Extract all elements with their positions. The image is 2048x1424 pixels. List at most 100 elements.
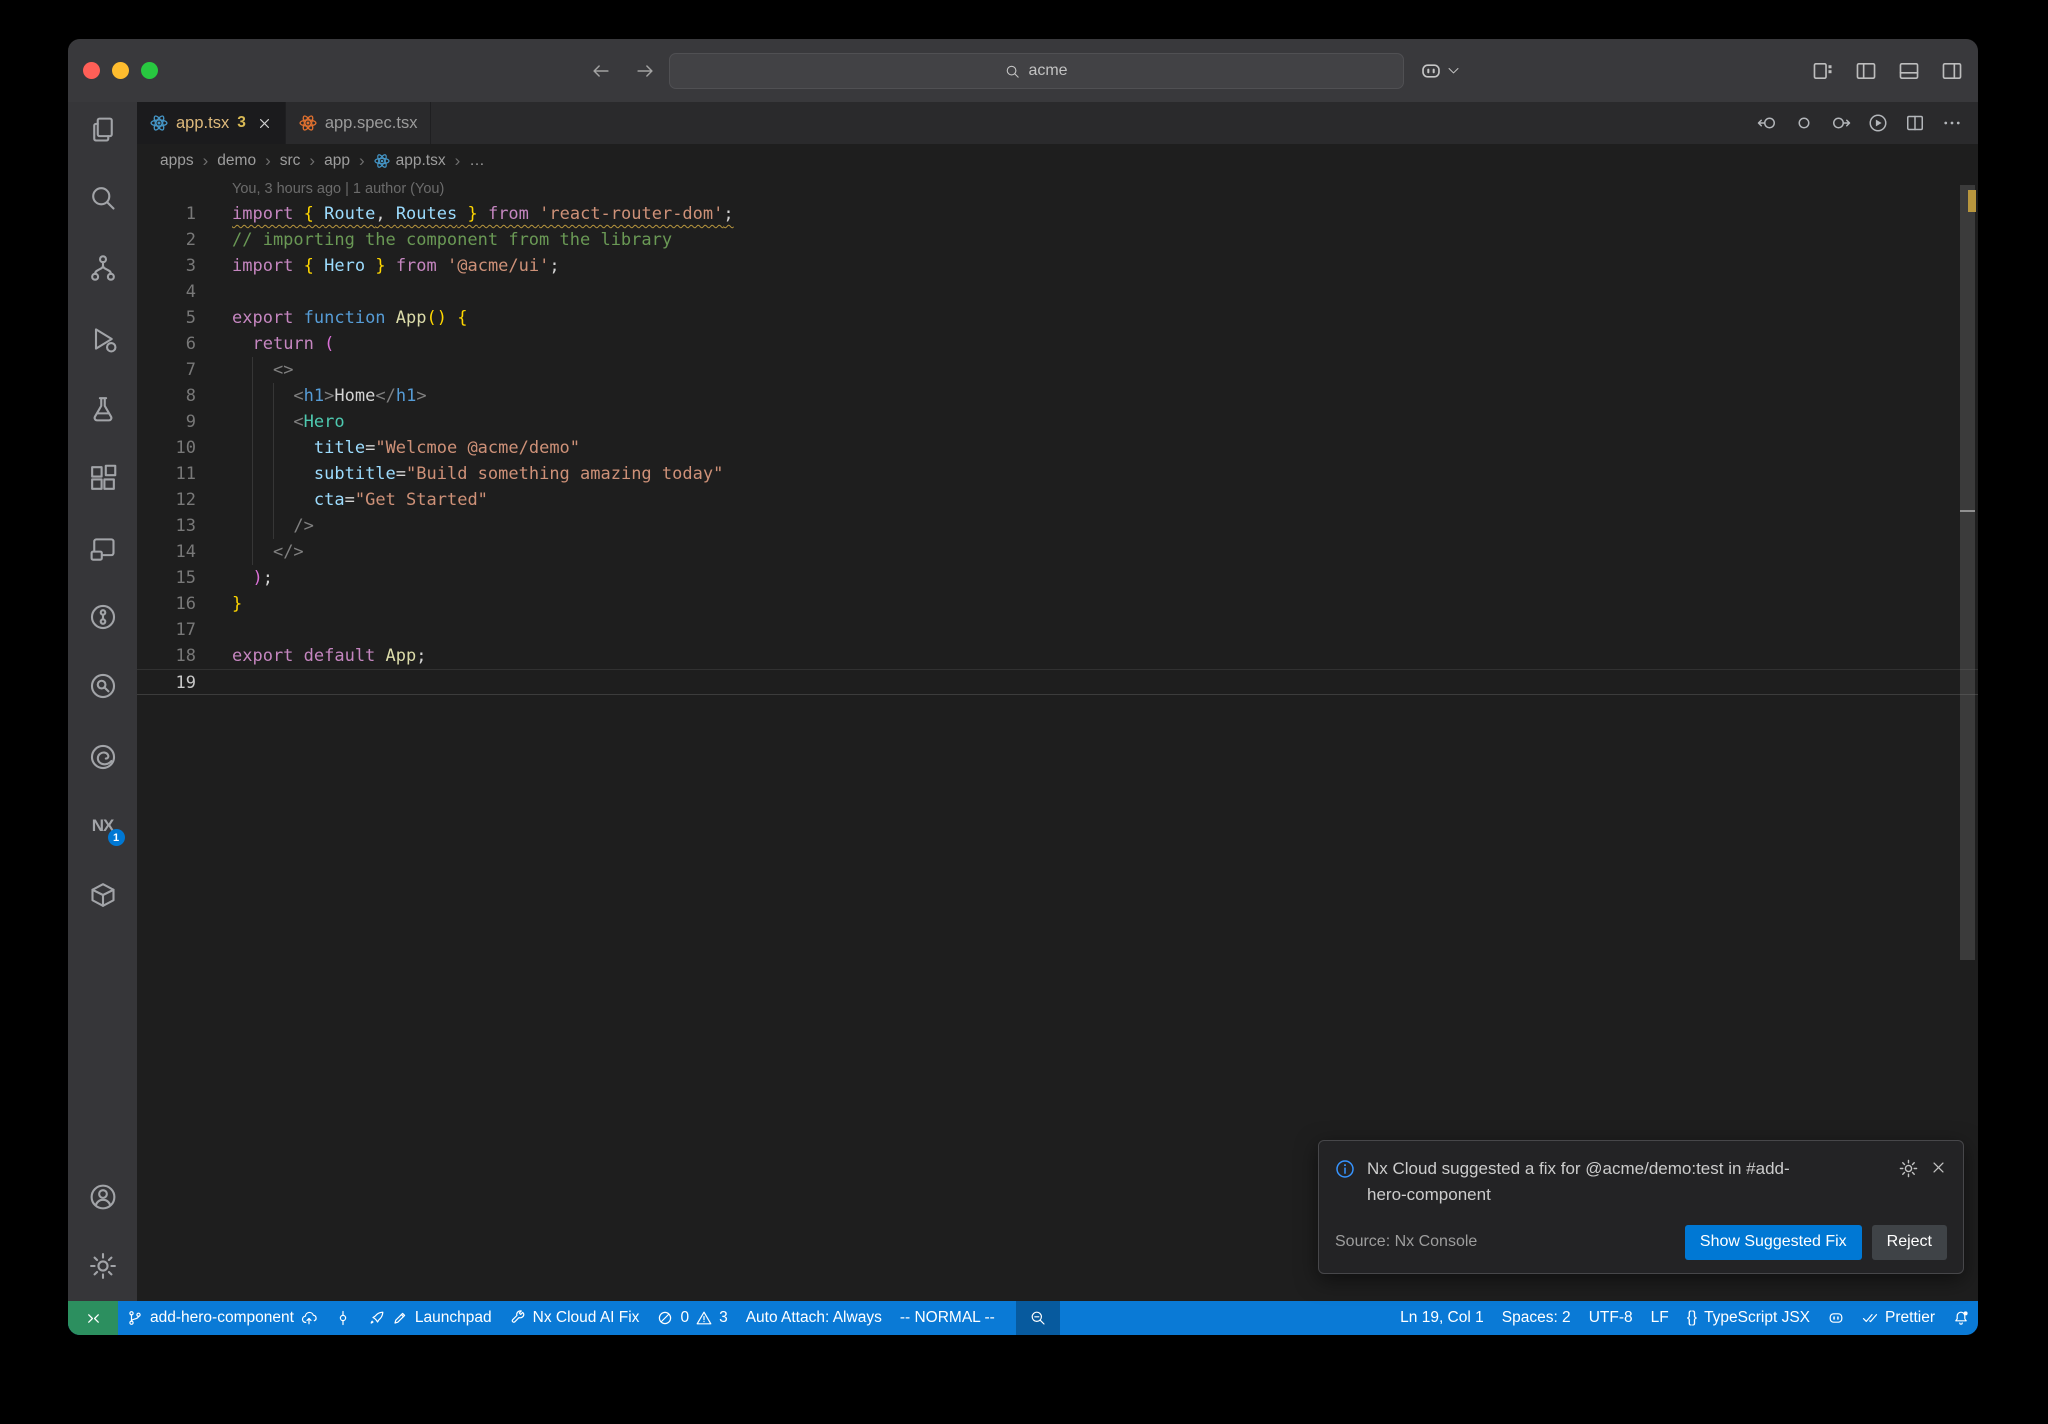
react-icon bbox=[150, 114, 168, 132]
toast-source: Source: Nx Console bbox=[1335, 1233, 1478, 1251]
status-git-branch[interactable]: add-hero-component bbox=[118, 1301, 326, 1335]
tab-app.spec.tsx[interactable]: app.spec.tsx bbox=[286, 102, 432, 144]
history-nav bbox=[591, 39, 655, 102]
activity-remote-explorer-icon[interactable] bbox=[89, 535, 117, 563]
breadcrumb-item-app[interactable]: app bbox=[324, 152, 350, 170]
activity-testing-icon[interactable] bbox=[89, 395, 117, 423]
code-line-7[interactable]: 7 <> bbox=[137, 357, 1978, 383]
activity-source-control-icon[interactable] bbox=[89, 254, 117, 282]
line-number: 16 bbox=[175, 594, 196, 614]
toast-close-icon[interactable] bbox=[1930, 1159, 1947, 1209]
window-zoom-button[interactable] bbox=[141, 62, 158, 79]
window-close-button[interactable] bbox=[83, 62, 100, 79]
tab-close-icon[interactable] bbox=[257, 116, 272, 131]
activity-edge-tools-icon[interactable] bbox=[89, 743, 117, 771]
show-suggested-fix-button[interactable]: Show Suggested Fix bbox=[1684, 1224, 1862, 1260]
code-line-8[interactable]: 8 <h1>Home</h1> bbox=[137, 383, 1978, 409]
toast-footer: Source: Nx Console Show Suggested Fix Re… bbox=[1335, 1224, 1947, 1260]
run-circle-icon[interactable] bbox=[1868, 113, 1888, 133]
status-language-mode[interactable]: {} TypeScript JSX bbox=[1678, 1301, 1819, 1335]
code-line-15[interactable]: 15 ); bbox=[137, 565, 1978, 591]
toggle-secondary-sidebar-icon[interactable] bbox=[1941, 60, 1963, 82]
customize-layout-icon[interactable] bbox=[1812, 60, 1834, 82]
activity-accounts-icon[interactable] bbox=[89, 1183, 117, 1211]
code-line-11[interactable]: 11 subtitle="Build something amazing tod… bbox=[137, 461, 1978, 487]
breadcrumb: apps › demo › src › app › app.tsx ›… bbox=[137, 144, 1978, 177]
status-vim-mode[interactable]: -- NORMAL -- bbox=[891, 1301, 1004, 1335]
toast-message: Nx Cloud suggested a fix for @acme/demo:… bbox=[1367, 1159, 1790, 1205]
status-auto-attach[interactable]: Auto Attach: Always bbox=[737, 1301, 891, 1335]
status-formatter-prettier[interactable]: Prettier bbox=[1853, 1301, 1944, 1335]
activity-extensions-icon[interactable] bbox=[89, 464, 117, 492]
go-back-icon[interactable] bbox=[591, 61, 611, 81]
code-line-4[interactable]: 4 bbox=[137, 279, 1978, 305]
nav-forward-icon[interactable] bbox=[1831, 113, 1851, 133]
go-forward-icon[interactable] bbox=[635, 61, 655, 81]
breadcrumb-item-apps[interactable]: apps bbox=[160, 152, 194, 170]
scrollbar[interactable] bbox=[1960, 185, 1975, 960]
status-git-graph[interactable] bbox=[326, 1301, 360, 1335]
toggle-sidebar-icon[interactable] bbox=[1855, 60, 1877, 82]
code-line-16[interactable]: 16} bbox=[137, 591, 1978, 617]
toggle-panel-icon[interactable] bbox=[1898, 60, 1920, 82]
tab-app.tsx[interactable]: app.tsx 3 bbox=[137, 102, 286, 144]
activity-explorer-icon[interactable] bbox=[89, 116, 117, 144]
toast-header: Nx Cloud suggested a fix for @acme/demo:… bbox=[1335, 1156, 1947, 1209]
code-line-19[interactable]: 19 bbox=[137, 669, 1978, 695]
editor-actions bbox=[1757, 102, 1978, 144]
breadcrumb-item-demo[interactable]: demo bbox=[217, 152, 256, 170]
nav-back-icon[interactable] bbox=[1757, 113, 1777, 133]
desktop-background: acme NX 1 app.tsx 3 app.spec.tsx apps › dem bbox=[0, 0, 2048, 1424]
activity-gitlens-search-icon[interactable] bbox=[89, 672, 117, 700]
reject-button[interactable]: Reject bbox=[1871, 1224, 1947, 1260]
status-problems[interactable]: 03 bbox=[648, 1301, 736, 1335]
ellipsis-icon[interactable] bbox=[1942, 113, 1962, 133]
status-zoom-indicator[interactable] bbox=[1015, 1301, 1060, 1335]
window-minimize-button[interactable] bbox=[112, 62, 129, 79]
code-line-2[interactable]: 2// importing the component from the lib… bbox=[137, 227, 1978, 253]
line-number: 11 bbox=[175, 464, 196, 484]
code-line-17[interactable]: 17 bbox=[137, 617, 1978, 643]
code-line-12[interactable]: 12 cta="Get Started" bbox=[137, 487, 1978, 513]
code-line-3[interactable]: 3 import { Hero } from '@acme/ui'; bbox=[137, 253, 1978, 279]
status-remote-indicator[interactable] bbox=[68, 1301, 118, 1335]
code-line-14[interactable]: 14 </> bbox=[137, 539, 1978, 565]
code-line-5[interactable]: 5 export function App() { bbox=[137, 305, 1978, 331]
code-line-13[interactable]: 13 /> bbox=[137, 513, 1978, 539]
status-eol[interactable]: LF bbox=[1642, 1301, 1678, 1335]
split-editor-icon[interactable] bbox=[1905, 113, 1925, 133]
copilot-menu[interactable] bbox=[1420, 39, 1460, 102]
activity-nx-console[interactable]: NX 1 bbox=[89, 812, 125, 846]
status-gitlens-launchpad[interactable]: Launchpad bbox=[360, 1301, 501, 1335]
toast-settings-icon[interactable] bbox=[1899, 1159, 1918, 1209]
code-line-6[interactable]: 6 return ( bbox=[137, 331, 1978, 357]
status-indentation[interactable]: Spaces: 2 bbox=[1493, 1301, 1580, 1335]
nav-dot-icon[interactable] bbox=[1794, 113, 1814, 133]
code-line-1[interactable]: 1 import { Route, Routes } from 'react-ro… bbox=[137, 201, 1978, 227]
breadcrumb-file[interactable]: app.tsx bbox=[374, 152, 446, 170]
copilot-icon bbox=[1420, 60, 1442, 82]
tab-label: app.spec.tsx bbox=[324, 113, 418, 132]
tab-bar: app.tsx 3 app.spec.tsx bbox=[137, 102, 1978, 144]
search-value: acme bbox=[1028, 62, 1068, 79]
titlebar: acme bbox=[68, 39, 1978, 102]
breadcrumb-more[interactable]: … bbox=[469, 152, 485, 170]
code-line-18[interactable]: 18 export default App; bbox=[137, 643, 1978, 669]
activity-run-and-debug-icon[interactable] bbox=[89, 325, 117, 353]
code-editor[interactable]: You, 3 hours ago | 1 author (You) 1 impor… bbox=[137, 177, 1978, 1301]
git-blame-annotation: You, 3 hours ago | 1 author (You) bbox=[232, 181, 445, 197]
activity-gitlens-icon[interactable] bbox=[89, 603, 117, 631]
code-line-9[interactable]: 9 <Hero bbox=[137, 409, 1978, 435]
status-cursor-position[interactable]: Ln 19, Col 1 bbox=[1391, 1301, 1493, 1335]
status-notifications-bell[interactable] bbox=[1944, 1301, 1978, 1335]
activity-settings-icon[interactable] bbox=[89, 1252, 117, 1280]
code-line-10[interactable]: 10 title="Welcmoe @acme/demo" bbox=[137, 435, 1978, 461]
activity-search-icon[interactable] bbox=[89, 184, 117, 212]
command-center-search[interactable]: acme bbox=[669, 53, 1404, 89]
activity-containers-icon[interactable] bbox=[89, 881, 117, 909]
status-encoding[interactable]: UTF-8 bbox=[1580, 1301, 1642, 1335]
line-number: 4 bbox=[185, 282, 196, 302]
status-nx-cloud-ai-fix[interactable]: Nx Cloud AI Fix bbox=[501, 1301, 649, 1335]
status-copilot-status[interactable] bbox=[1819, 1301, 1853, 1335]
breadcrumb-item-src[interactable]: src bbox=[280, 152, 301, 170]
